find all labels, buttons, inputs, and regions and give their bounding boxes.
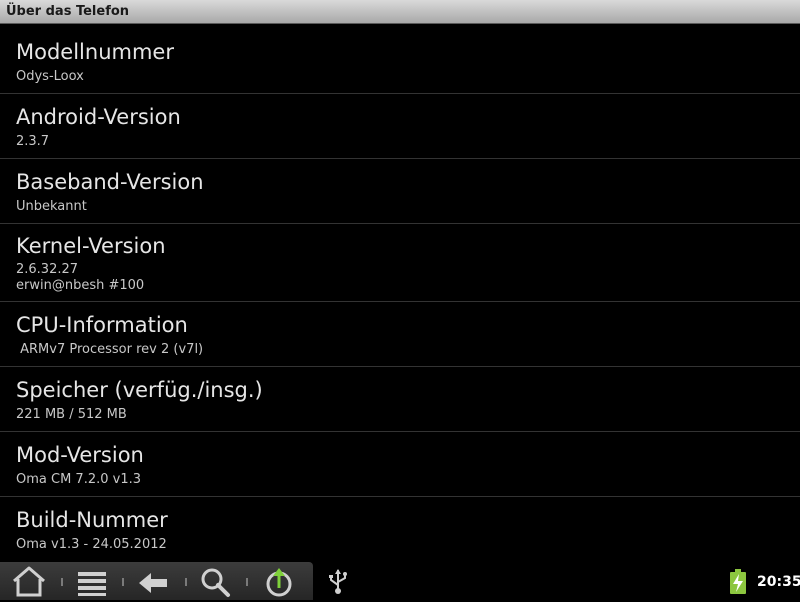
about-phone-list: Modellnummer Odys-Loox Android-Version 2…	[0, 29, 800, 561]
item-value: 2.3.7	[16, 134, 50, 149]
clock: 20:35	[757, 574, 800, 590]
page-title: Über das Telefon	[6, 4, 130, 19]
item-value-line2: erwin@nbesh #100	[16, 278, 145, 293]
battery-status	[729, 569, 747, 595]
list-item-model-number[interactable]: Modellnummer Odys-Loox	[0, 29, 800, 94]
title-bar: Über das Telefon	[0, 0, 800, 24]
item-label: Baseband-Version	[16, 170, 204, 194]
update-button[interactable]	[257, 564, 301, 598]
nav-separator	[246, 578, 248, 586]
nav-separator	[122, 578, 124, 586]
search-button[interactable]	[194, 564, 238, 598]
system-bar: 20:35	[0, 562, 800, 600]
item-label: Modellnummer	[16, 40, 174, 64]
menu-icon	[78, 572, 106, 596]
usb-icon	[329, 569, 347, 594]
item-label: Kernel-Version	[16, 234, 166, 258]
item-label: Android-Version	[16, 105, 181, 129]
back-icon	[139, 573, 167, 593]
navigation-buttons	[0, 562, 313, 600]
list-item-build-number[interactable]: Build-Nummer Oma v1.3 - 24.05.2012	[0, 497, 800, 561]
nav-separator	[61, 578, 63, 586]
item-value-line1: 2.6.32.27	[16, 262, 79, 277]
list-item-kernel-version[interactable]: Kernel-Version 2.6.32.27 erwin@nbesh #10…	[0, 224, 800, 302]
nav-separator	[185, 578, 187, 586]
item-value: 221 MB / 512 MB	[16, 407, 127, 422]
search-icon	[201, 568, 230, 597]
update-icon	[266, 568, 292, 597]
item-label: Mod-Version	[16, 443, 144, 467]
battery-charging-icon	[730, 569, 746, 594]
list-item-cpu-information[interactable]: CPU-Information ARMv7 Processor rev 2 (v…	[0, 302, 800, 367]
menu-button[interactable]	[70, 564, 114, 598]
list-item-mod-version[interactable]: Mod-Version Oma CM 7.2.0 v1.3	[0, 432, 800, 497]
item-value: Odys-Loox	[16, 69, 84, 84]
back-button[interactable]	[131, 564, 175, 598]
usb-status	[326, 567, 350, 595]
list-item-baseband-version[interactable]: Baseband-Version Unbekannt	[0, 159, 800, 224]
home-button[interactable]	[7, 564, 51, 598]
item-value: Oma CM 7.2.0 v1.3	[16, 472, 141, 487]
item-label: Build-Nummer	[16, 508, 168, 532]
item-label: CPU-Information	[16, 313, 188, 337]
item-label: Speicher (verfüg./insg.)	[16, 378, 263, 402]
item-value: ARMv7 Processor rev 2 (v7l)	[16, 342, 204, 357]
item-value: Unbekannt	[16, 199, 87, 214]
item-value: Oma v1.3 - 24.05.2012	[16, 537, 167, 552]
list-item-android-version[interactable]: Android-Version 2.3.7	[0, 94, 800, 159]
list-item-memory[interactable]: Speicher (verfüg./insg.) 221 MB / 512 MB	[0, 367, 800, 432]
home-icon	[13, 566, 45, 597]
